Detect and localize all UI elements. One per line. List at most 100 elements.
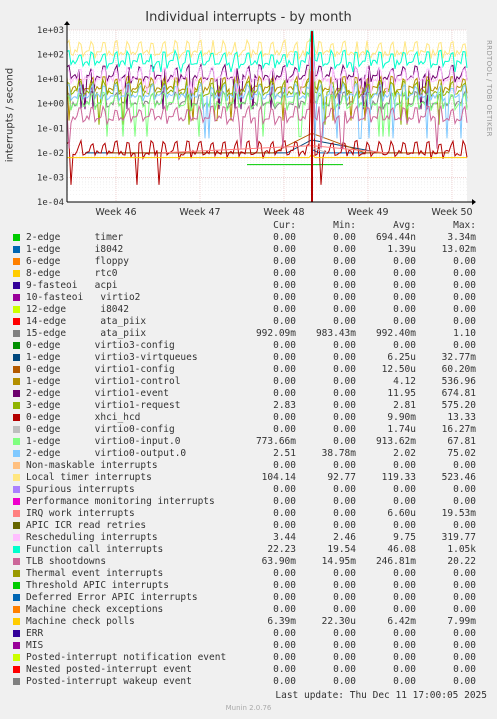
legend-swatch [13, 234, 20, 241]
legend-swatch [13, 642, 20, 649]
legend-label: Machine check polls [26, 616, 135, 627]
y-tick-label: 1e-01 [37, 124, 64, 134]
legend-value-max: 75.02 [447, 448, 476, 459]
legend-row: 12-edge i8042 0.00 0.00 0.00 0.00 [13, 304, 493, 316]
legend-row: 15-edge ata_piix 992.09m 983.43m 992.40m 1.1… [13, 328, 493, 340]
legend-value-max: 575.20 [441, 400, 476, 411]
legend-label: Spurious interrupts [26, 484, 135, 495]
x-tick-label: Week 50 [431, 207, 472, 215]
legend-swatch [13, 546, 20, 553]
legend-label: 1-edge virtio0-input.0 [26, 436, 181, 447]
legend-value-max: 0.00 [453, 520, 476, 531]
x-tick-label: Week 47 [179, 207, 220, 215]
legend-row: Thermal event interrupts 0.00 0.00 0.00 0.00 [13, 568, 493, 580]
legend-swatch [13, 450, 20, 457]
legend-value-max: 3.34m [447, 232, 476, 243]
legend-swatch [13, 414, 20, 421]
legend-row: TLB shootdowns 63.90m 14.95m 246.81m 20.22 [13, 556, 493, 568]
legend-label: IRQ work interrupts [26, 508, 135, 519]
legend-label: Threshold APIC interrupts [26, 580, 169, 591]
legend-label: Non-maskable interrupts [26, 460, 158, 471]
legend-value-max: 0.00 [453, 568, 476, 579]
legend-value-max: 0.00 [453, 316, 476, 327]
legend-label: 1-edge virtio3-virtqueues [26, 352, 198, 363]
last-update: Last update: Thu Dec 11 17:00:05 2025 [275, 690, 487, 701]
legend-swatch [13, 498, 20, 505]
legend-value-max: 0.00 [453, 292, 476, 303]
legend-row: 0-edge virtio3-config 0.00 0.00 0.00 0.00 [13, 340, 493, 352]
legend-swatch [13, 558, 20, 565]
legend-value-max: 19.53m [441, 508, 476, 519]
legend-swatch [13, 654, 20, 661]
legend-row: Spurious interrupts 0.00 0.00 0.00 0.00 [13, 484, 493, 496]
legend-value-max: 0.00 [453, 640, 476, 651]
legend-label: 6-edge floppy [26, 256, 129, 267]
legend-value-max: 13.02m [441, 244, 476, 255]
legend-swatch [13, 678, 20, 685]
legend-row: 8-edge rtc0 0.00 0.00 0.00 0.00 [13, 268, 493, 280]
legend-row: 1-edge virtio1-control 0.00 0.00 4.12 536.96 [13, 376, 493, 388]
legend-label: Thermal event interrupts [26, 568, 164, 579]
legend-row: Machine check exceptions 0.00 0.00 0.00 0.00 [13, 604, 493, 616]
legend-value-max: 13.33 [447, 412, 476, 423]
legend-swatch [13, 306, 20, 313]
legend-swatch [13, 378, 20, 385]
legend-table: Cur: Min: Avg: Max: 2-edge timer 0.00 0.00… [13, 220, 493, 688]
legend-swatch [13, 462, 20, 469]
legend-row: Local timer interrupts 104.14 92.77 119.33 5… [13, 472, 493, 484]
legend-swatch [13, 666, 20, 673]
legend-row: 0-edge virtio0-config 0.00 0.00 1.74u 16.27m [13, 424, 493, 436]
x-tick-label: Week 48 [263, 207, 304, 215]
legend-row: Threshold APIC interrupts 0.00 0.00 0.00 0.0… [13, 580, 493, 592]
legend-label: 2-edge timer [26, 232, 124, 243]
legend-label: Deferred Error APIC interrupts [26, 592, 198, 603]
legend-label: 1-edge i8042 [26, 244, 124, 255]
legend-row: 2-edge virtio1-event 0.00 0.00 11.95 674.81 [13, 388, 493, 400]
legend-label: 15-edge ata_piix [26, 328, 147, 339]
legend-row: 9-fasteoi acpi 0.00 0.00 0.00 0.00 [13, 280, 493, 292]
legend-value-max: 32.77m [441, 352, 476, 363]
y-tick-label: 1e+00 [37, 100, 64, 110]
legend-swatch [13, 354, 20, 361]
legend-value-max: 60.20m [441, 364, 476, 375]
y-tick-label: 1e-04 [37, 198, 64, 208]
legend-value-max: 0.00 [453, 496, 476, 507]
legend-swatch [13, 486, 20, 493]
legend-label: 0-edge virtio0-config [26, 424, 175, 435]
legend-value-max: 0.00 [453, 592, 476, 603]
legend-swatch [13, 342, 20, 349]
legend-row: 0-edge virtio1-config 0.00 0.00 12.50u 60.20… [13, 364, 493, 376]
legend-label: 9-fasteoi acpi [26, 280, 118, 291]
legend-row: 6-edge floppy 0.00 0.00 0.00 0.00 [13, 256, 493, 268]
legend-value-max: 67.81 [447, 436, 476, 447]
y-tick-label: 1e-02 [37, 149, 64, 159]
y-tick-label: 1e+01 [37, 75, 64, 85]
legend-label: 1-edge virtio1-control [26, 376, 181, 387]
legend-label: Function call interrupts [26, 544, 164, 555]
legend-row: 1-edge i8042 0.00 0.00 1.39u 13.02m [13, 244, 493, 256]
legend-value-max: 20.22 [447, 556, 476, 567]
legend-row: Non-maskable interrupts 0.00 0.00 0.00 0.00 [13, 460, 493, 472]
legend-label: Performance monitoring interrupts [26, 496, 215, 507]
legend-swatch [13, 618, 20, 625]
legend-label: 2-edge virtio1-event [26, 388, 169, 399]
legend-value-max: 0.00 [453, 256, 476, 267]
legend-value-max: 0.00 [453, 628, 476, 639]
legend-value-max: 523.46 [441, 472, 476, 483]
legend-row: Performance monitoring interrupts 0.00 0.0… [13, 496, 493, 508]
legend-swatch [13, 570, 20, 577]
legend-row: ERR 0.00 0.00 0.00 0.00 [13, 628, 493, 640]
legend-label: Posted-interrupt wakeup event [26, 676, 192, 687]
col-max-header: Max: [453, 220, 476, 231]
legend-swatch [13, 438, 20, 445]
legend-value-max: 0.00 [453, 280, 476, 291]
legend-label: MIS [26, 640, 44, 651]
legend-label: Posted-interrupt notification event [26, 652, 227, 663]
legend-label: 2-edge virtio0-output.0 [26, 448, 187, 459]
legend-value-max: 0.00 [453, 460, 476, 471]
legend-label: 0-edge xhci_hcd [26, 412, 141, 423]
legend-swatch [13, 606, 20, 613]
legend-row: MIS 0.00 0.00 0.00 0.00 [13, 640, 493, 652]
x-axis-arrow [472, 199, 476, 205]
legend-row: 1-edge virtio3-virtqueues 0.00 0.00 6.25u 32… [13, 352, 493, 364]
